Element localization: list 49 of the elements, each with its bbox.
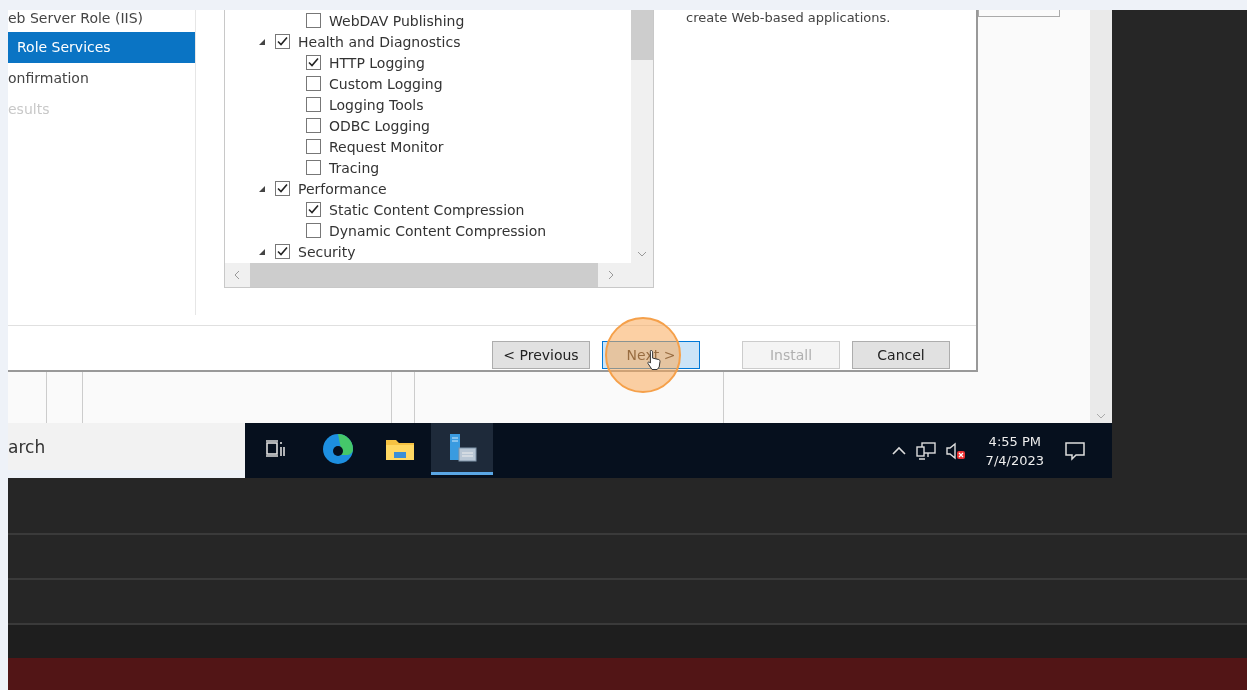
scrollbar-thumb[interactable] xyxy=(631,10,653,60)
role-service-label: HTTP Logging xyxy=(329,54,425,71)
checkbox[interactable] xyxy=(306,160,321,175)
checkbox[interactable] xyxy=(306,223,321,238)
role-service-label: Request Monitor xyxy=(329,138,444,155)
expanded-triangle-icon[interactable] xyxy=(258,184,266,193)
role-service-label: Custom Logging xyxy=(329,75,443,92)
checkbox[interactable] xyxy=(275,181,290,196)
scrollbar-thumb[interactable] xyxy=(250,263,598,287)
wizard-step[interactable]: onfirmation xyxy=(8,63,195,94)
browser-icon xyxy=(321,432,355,466)
checkbox[interactable] xyxy=(306,118,321,133)
folder-icon xyxy=(385,437,415,461)
role-service-label: Static Content Compression xyxy=(329,201,525,218)
speaker-muted-icon[interactable] xyxy=(945,441,966,460)
role-service-label: Performance xyxy=(298,180,387,197)
expanded-triangle-icon[interactable] xyxy=(258,247,266,256)
role-service-label: Security xyxy=(298,243,356,260)
network-icon[interactable] xyxy=(915,441,936,460)
checkbox[interactable] xyxy=(306,13,321,28)
chevron-up-icon[interactable] xyxy=(891,446,906,455)
checkbox[interactable] xyxy=(275,34,290,49)
wizard-button[interactable]: < Previous xyxy=(492,341,590,369)
horizontal-scrollbar[interactable] xyxy=(225,263,653,287)
expanded-triangle-icon[interactable] xyxy=(258,37,266,46)
search-text: arch xyxy=(8,436,46,457)
role-service-label: Health and Diagnostics xyxy=(298,33,461,50)
checkbox[interactable] xyxy=(306,97,321,112)
description-text: create Web-based applications. xyxy=(686,10,891,25)
checkbox[interactable] xyxy=(306,139,321,154)
wizard-button[interactable]: Cancel xyxy=(852,341,950,369)
wizard-step[interactable]: eb Server Role (IIS) xyxy=(8,10,195,32)
search-box[interactable]: arch xyxy=(8,423,245,470)
vertical-scrollbar[interactable] xyxy=(631,10,653,263)
notification-icon[interactable] xyxy=(1064,440,1086,461)
role-service-label: Dynamic Content Compression xyxy=(329,222,547,239)
clock[interactable]: 4:55 PM 7/4/2023 xyxy=(985,431,1044,470)
role-service-label: Tracing xyxy=(329,159,380,176)
checkbox[interactable] xyxy=(275,244,290,259)
task-view-icon xyxy=(265,439,287,459)
role-service-label: Logging Tools xyxy=(329,96,424,113)
role-service-label: ODBC Logging xyxy=(329,117,430,134)
checkbox[interactable] xyxy=(306,55,321,70)
role-service-label: WebDAV Publishing xyxy=(329,12,465,29)
taskbar-button[interactable] xyxy=(431,423,493,475)
checkbox[interactable] xyxy=(306,202,321,217)
wizard-step[interactable]: Role Services xyxy=(8,32,195,63)
vertical-scrollbar[interactable] xyxy=(1090,10,1112,423)
checkbox[interactable] xyxy=(306,76,321,91)
